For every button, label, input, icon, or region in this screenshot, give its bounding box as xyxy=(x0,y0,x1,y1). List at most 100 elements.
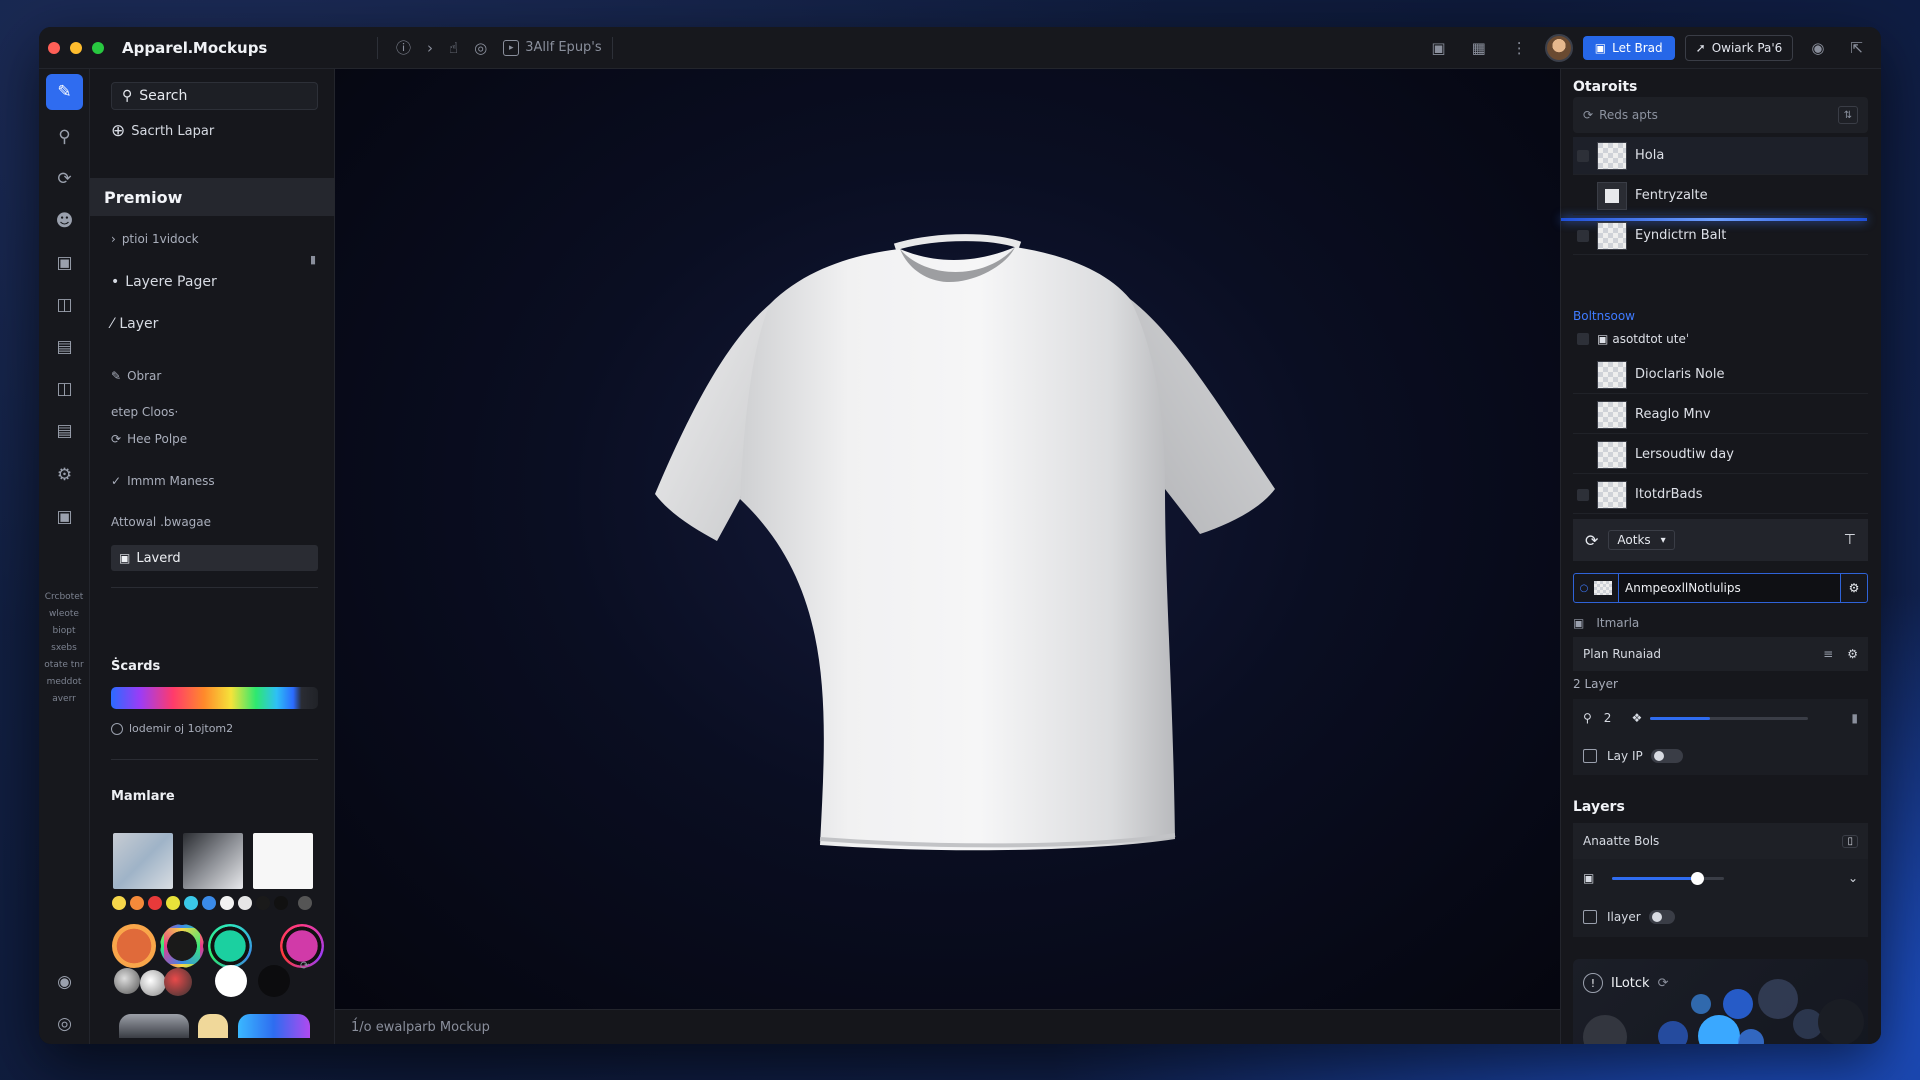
filter-icon[interactable]: ⇅ xyxy=(1838,106,1858,124)
pointer-tool-icon[interactable]: ☝ xyxy=(449,39,458,57)
opacity-slider[interactable] xyxy=(1650,716,1809,720)
adjust-icon[interactable]: ≡ xyxy=(1823,647,1833,661)
chevron-down-icon[interactable]: ⌄ xyxy=(1848,871,1858,885)
cc-icon[interactable]: ▣ xyxy=(1431,39,1445,57)
color-ring[interactable] xyxy=(208,924,252,968)
visibility-checkbox[interactable] xyxy=(1577,229,1589,242)
layer-search-input[interactable]: ⟳ Reds apts ⇅ xyxy=(1573,97,1868,133)
visibility-checkbox[interactable] xyxy=(1577,149,1589,162)
visibility-checkbox[interactable] xyxy=(1577,333,1589,345)
list-item[interactable]: Attowal .bwagae xyxy=(111,515,211,529)
settings-icon[interactable]: ◉ xyxy=(1811,39,1824,57)
color-dot[interactable] xyxy=(184,896,198,910)
list-item[interactable]: ⁄ Layer xyxy=(111,316,158,332)
color-dot[interactable] xyxy=(202,896,216,910)
group-label[interactable]: Boltnsoow xyxy=(1573,309,1635,323)
gradient-picker[interactable] xyxy=(111,687,318,709)
material-ball[interactable] xyxy=(215,965,247,997)
folder-icon[interactable]: ▤ xyxy=(46,329,83,365)
lock-icon[interactable]: ▮ xyxy=(1851,711,1858,725)
material-pill[interactable] xyxy=(238,1014,310,1038)
search-input[interactable]: ⚲ Search xyxy=(111,82,318,110)
primary-action-button[interactable]: ▣ Let Brad xyxy=(1582,36,1675,60)
blend-mode-select[interactable]: Aotks ▾ xyxy=(1608,530,1675,550)
zoom-icon[interactable]: ⚲ xyxy=(46,119,83,155)
users-icon[interactable]: ☻ xyxy=(46,203,83,239)
layer-row[interactable]: Lersoudtiw day xyxy=(1573,436,1868,474)
color-dot[interactable] xyxy=(130,896,144,910)
avatar[interactable] xyxy=(1544,34,1573,62)
list-item[interactable]: › ptioi 1vidock xyxy=(111,232,199,246)
color-dot[interactable] xyxy=(112,896,126,910)
size-slider[interactable] xyxy=(1612,871,1725,885)
expand-icon[interactable]: ⇱ xyxy=(1850,39,1863,57)
color-dot[interactable] xyxy=(274,896,288,910)
color-dot[interactable] xyxy=(166,896,180,910)
checkbox[interactable] xyxy=(1583,749,1597,763)
close-window-button[interactable] xyxy=(48,41,60,54)
layer-row[interactable]: Dioclaris Nole xyxy=(1573,356,1868,394)
list-item[interactable]: • Layere Pager xyxy=(111,274,217,290)
document-chip[interactable]: ▸ 3Allf Epup's xyxy=(503,39,602,56)
drag-handle-icon[interactable]: ❖ xyxy=(1631,711,1642,725)
list-item[interactable]: ⟳ Hee Polpe xyxy=(111,432,187,446)
gear-icon[interactable]: ⚙ xyxy=(1847,647,1858,661)
chevron-right-icon[interactable]: › xyxy=(427,39,433,57)
color-dot[interactable] xyxy=(238,896,252,910)
minimize-window-button[interactable] xyxy=(70,41,82,54)
align-icon[interactable]: ⊤ xyxy=(1844,532,1856,548)
gradient-option[interactable]: lodemir oj 1ojtom2 xyxy=(111,722,233,735)
checkbox[interactable] xyxy=(1583,910,1597,924)
account-icon[interactable]: ◉ xyxy=(46,964,83,1000)
layer-row[interactable]: Hola xyxy=(1573,137,1868,175)
material-swatch[interactable] xyxy=(253,833,313,889)
material-pill[interactable] xyxy=(119,1014,189,1038)
rotate-icon[interactable]: ⟳ xyxy=(46,161,83,197)
more-icon[interactable]: ⋮ xyxy=(1512,39,1527,57)
tshirt-mockup[interactable] xyxy=(335,69,1560,1009)
list-item[interactable]: ✎ Obrar xyxy=(111,369,161,383)
layer-name-input[interactable]: AnmpeoxllNotlulips xyxy=(1618,574,1841,602)
material-swatch[interactable] xyxy=(183,833,243,889)
color-ring[interactable] xyxy=(160,924,204,968)
archive-icon[interactable]: ▤ xyxy=(46,413,83,449)
material-swatch[interactable] xyxy=(113,833,173,889)
secondary-action-button[interactable]: ➚ Owiark Pa'6 xyxy=(1684,35,1794,61)
toggle-switch[interactable] xyxy=(1650,749,1683,763)
material-ball[interactable] xyxy=(140,970,166,996)
globe-icon[interactable]: ◎ xyxy=(474,39,487,57)
visibility-checkbox[interactable] xyxy=(1577,488,1589,501)
layer-row[interactable]: Eyndictrn Balt xyxy=(1573,217,1868,255)
slider-knob[interactable] xyxy=(1691,871,1705,885)
frame-icon[interactable]: ▣ xyxy=(46,245,83,281)
color-dot[interactable] xyxy=(256,896,270,910)
color-dot[interactable] xyxy=(298,896,312,910)
property-row[interactable]: Plan Runaiad ≡ ⚙ xyxy=(1573,637,1868,671)
settings-icon[interactable]: ◎ xyxy=(46,1006,83,1042)
rotate-icon[interactable]: ⟳ xyxy=(1585,531,1598,550)
material-pill[interactable] xyxy=(198,1014,228,1038)
group-item[interactable]: ▣ asotdtot uteˈ xyxy=(1573,327,1868,351)
list-item[interactable]: etep Cloos· xyxy=(111,405,178,419)
bucket-icon[interactable]: ◫ xyxy=(46,287,83,323)
lock-icon[interactable]: ▮ xyxy=(310,253,316,266)
property-row[interactable]: Anaatte Bols ▯ xyxy=(1573,823,1868,859)
layer-row[interactable]: Fentryzalte xyxy=(1573,177,1868,215)
layer-row[interactable]: ItotdrBads xyxy=(1573,476,1868,514)
mockup-canvas[interactable] xyxy=(335,69,1560,1009)
add-layer-button[interactable]: ⊕ Sacrth Lapar xyxy=(111,121,214,141)
brush-tool-icon[interactable]: ✎ xyxy=(46,74,83,110)
gear-icon[interactable]: ⚙ xyxy=(1841,581,1867,595)
layer-row[interactable]: Reaglo Mnv xyxy=(1573,396,1868,434)
material-ball[interactable] xyxy=(164,968,192,996)
material-ball[interactable] xyxy=(258,965,290,997)
help-icon[interactable]: ⓘ xyxy=(396,37,411,58)
book-icon[interactable]: ◫ xyxy=(46,371,83,407)
grid-icon[interactable]: ▦ xyxy=(1472,39,1486,57)
material-ball[interactable] xyxy=(114,968,140,994)
color-ring[interactable] xyxy=(112,924,156,968)
layer-name-field[interactable]: ○ AnmpeoxllNotlulips ⚙ xyxy=(1573,573,1868,603)
trash-icon[interactable]: ▯ xyxy=(1842,834,1858,848)
selected-layer[interactable]: ▣ Laverd xyxy=(111,545,318,571)
list-item[interactable]: ✓ Immm Maness xyxy=(111,474,215,488)
